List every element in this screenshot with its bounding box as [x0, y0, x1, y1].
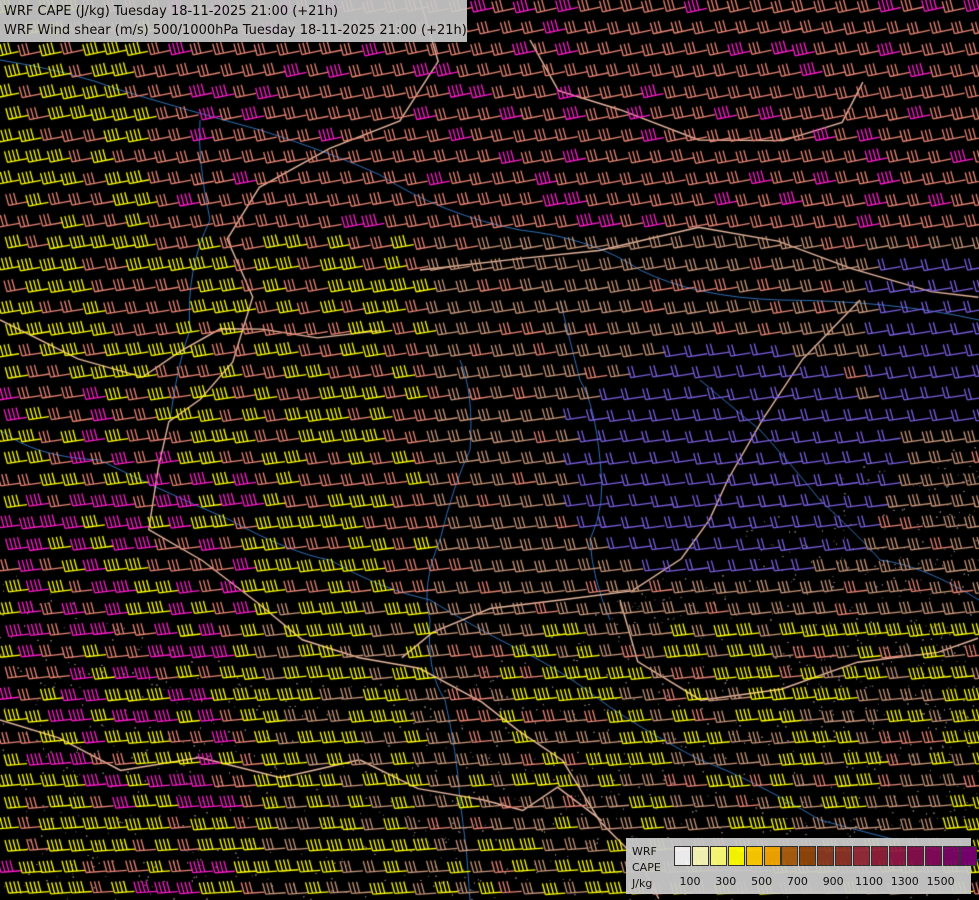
legend-swatch [674, 846, 691, 866]
legend-label-wrf: WRF [632, 845, 657, 858]
legend-swatch [906, 846, 924, 866]
legend-swatch [888, 846, 906, 866]
map-title-box: WRF CAPE (J/kg) Tuesday 18-11-2025 21:00… [0, 0, 467, 42]
legend-swatch [853, 846, 870, 866]
legend-tick-label: 1300 [890, 875, 919, 888]
legend-tick-label: 300 [715, 875, 737, 888]
legend-swatch [835, 846, 853, 866]
legend-swatch [781, 846, 799, 866]
legend-swatch [817, 846, 835, 866]
legend-tick-label: 900 [822, 875, 844, 888]
legend-tick-label: 100 [679, 875, 701, 888]
legend-tick-label: 1500 [926, 875, 955, 888]
legend-swatch [709, 846, 727, 866]
legend-label-cape: CAPE [632, 861, 661, 874]
legend-swatch [870, 846, 888, 866]
legend-swatch [942, 846, 960, 866]
legend-swatch [924, 846, 942, 866]
legend-swatch [799, 846, 817, 866]
legend-swatch [691, 846, 709, 866]
legend-tick-label: 1100 [855, 875, 883, 888]
legend-tick-label: 700 [786, 875, 808, 888]
legend-swatch [745, 846, 763, 866]
legend-swatch [763, 846, 781, 866]
legend-swatch [727, 846, 745, 866]
wind-shear-map [0, 0, 979, 900]
legend-label-unit: J/kg [632, 877, 653, 890]
legend-swatch [960, 846, 978, 866]
cape-legend: WRF CAPE J/kg 100 300 500 700 900 1100 1300 150… [626, 838, 978, 894]
legend-tick-label: 500 [751, 875, 773, 888]
wind-shear-title: WRF Wind shear (m/s) 500/1000hPa Tuesday… [4, 23, 467, 38]
cape-title: WRF CAPE (J/kg) Tuesday 18-11-2025 21:00… [4, 4, 339, 19]
